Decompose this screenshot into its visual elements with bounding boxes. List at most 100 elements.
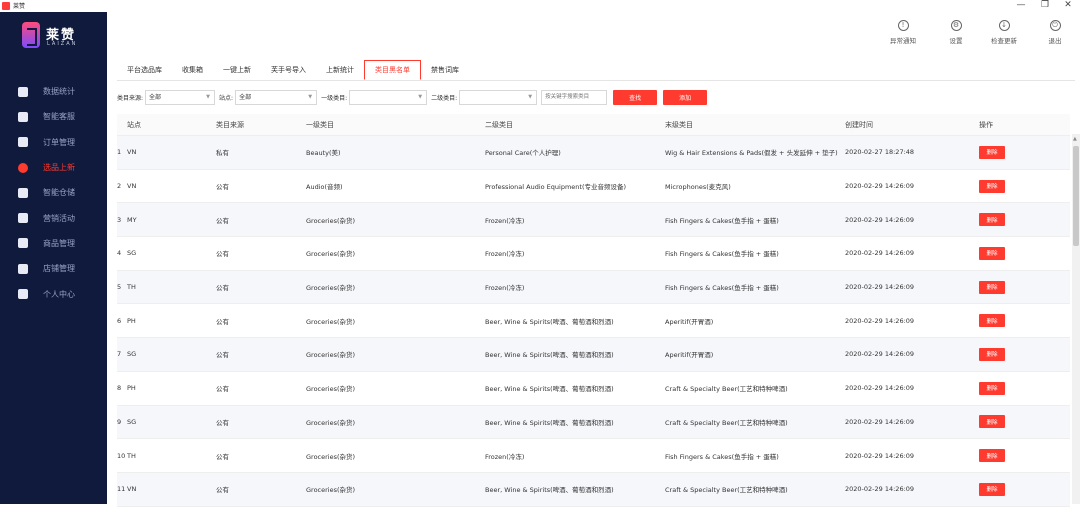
delete-button[interactable]: 删除 bbox=[979, 482, 1005, 496]
level1-cell: Groceries(杂货) bbox=[306, 452, 356, 461]
level1-cell: Groceries(杂货) bbox=[306, 418, 356, 427]
created-cell: 2020-02-29 14:26:09 bbox=[845, 249, 915, 258]
close-button[interactable]: ✕ bbox=[1059, 0, 1077, 10]
sidebar-item[interactable]: 店铺管理 bbox=[0, 256, 107, 281]
source-select[interactable]: 全部 ▼ bbox=[145, 89, 216, 105]
headset-icon bbox=[18, 111, 28, 122]
level1-cell: Groceries(杂货) bbox=[306, 250, 356, 259]
tool-power[interactable]: ⏻ 退出 bbox=[1037, 20, 1073, 45]
table-row: 4 SG 公有 Groceries(杂货) Frozen(冷冻) Fish Fingers… bbox=[117, 237, 1070, 271]
delete-button[interactable]: 删除 bbox=[979, 449, 1005, 463]
delete-button[interactable]: 删除 bbox=[979, 347, 1005, 361]
sidebar-menu: 数据统计智能客服订单管理 选品上新 智能仓储 营销活动商品管理店铺管理个人中心 bbox=[0, 79, 107, 307]
ops-cell: 删除 bbox=[979, 482, 1039, 496]
created-cell: 2020-02-29 14:26:09 bbox=[845, 451, 915, 460]
table-row: 7 SG 公有 Groceries(杂货) Beer, Wine & Spirits(啤… bbox=[117, 338, 1070, 372]
sidebar-item[interactable]: 订单管理 bbox=[0, 130, 107, 155]
sidebar: 莱赞 LAIZAN 数据统计 智能客服 订单管理 选品上新 智能仓储 营销活动 商品管理 店铺… bbox=[0, 12, 107, 504]
site-cell: VN bbox=[127, 148, 137, 157]
chart-pie-icon bbox=[18, 86, 28, 97]
delete-button[interactable]: 删除 bbox=[979, 213, 1005, 227]
site-cell: VN bbox=[127, 182, 137, 191]
window-title: 莱赞 bbox=[13, 3, 26, 10]
scrollbar-thumb[interactable] bbox=[1073, 146, 1079, 246]
filter-bar: 类目来源: 全部 ▼ 站点: 全部 ▼ 一级类目: ▼ 二级类目: ▼ 查找 添… bbox=[117, 89, 708, 105]
sidebar-item-label: 个人中心 bbox=[43, 289, 75, 299]
delete-button[interactable]: 删除 bbox=[979, 314, 1005, 328]
level1-select[interactable]: ▼ bbox=[349, 89, 428, 105]
download-icon: ↓ bbox=[998, 20, 1010, 31]
sidebar-item[interactable]: 个人中心 bbox=[0, 281, 107, 306]
power-icon: ⏻ bbox=[1049, 20, 1061, 31]
brand-mark-icon bbox=[22, 22, 40, 48]
table-row: 3 MY 公有 Groceries(杂货) Frozen(冷冻) Fish Fingers… bbox=[117, 203, 1070, 238]
sidebar-item[interactable]: 智能仓储 bbox=[0, 180, 107, 205]
search-button[interactable]: 查找 bbox=[613, 89, 658, 105]
row-index: 10 bbox=[117, 451, 126, 460]
tab-item[interactable]: 类目黑名单 bbox=[364, 60, 421, 80]
created-cell: 2020-02-29 14:26:09 bbox=[845, 283, 915, 292]
tool-gear[interactable]: ⚙ 设置 bbox=[938, 20, 974, 45]
new-badge-icon bbox=[18, 162, 28, 173]
tab-item[interactable]: 平台选品库 bbox=[117, 60, 172, 80]
maximize-button[interactable]: ❐ bbox=[1036, 0, 1054, 10]
sidebar-item-label: 智能客服 bbox=[43, 112, 75, 122]
sidebar-item[interactable]: 商品管理 bbox=[0, 231, 107, 256]
sidebar-item[interactable]: 营销活动 bbox=[0, 205, 107, 230]
ops-cell: 删除 bbox=[979, 246, 1039, 260]
sidebar-item[interactable]: 智能客服 bbox=[0, 104, 107, 129]
sidebar-item[interactable]: 数据统计 bbox=[0, 79, 107, 104]
table-row: 1 VN 私有 Beauty(美) Personal Care(个人护理) Wig & H… bbox=[117, 136, 1070, 170]
sidebar-item[interactable]: 选品上新 bbox=[0, 155, 107, 180]
table-row: 10 TH 公有 Groceries(杂货) Frozen(冷冻) Fish Finger… bbox=[117, 439, 1070, 473]
ops-cell: 删除 bbox=[979, 347, 1039, 361]
warehouse-icon bbox=[18, 187, 28, 198]
site-cell: SG bbox=[127, 417, 137, 426]
delete-button[interactable]: 删除 bbox=[979, 179, 1005, 193]
sidebar-item-label: 数据统计 bbox=[43, 87, 75, 97]
chevron-down-icon: ▼ bbox=[206, 93, 211, 100]
tab-item[interactable]: 上新统计 bbox=[316, 60, 364, 80]
table-row: 8 PH 公有 Groceries(杂货) Beer, Wine & Spirits(啤… bbox=[117, 372, 1070, 406]
delete-button[interactable]: 删除 bbox=[979, 145, 1005, 159]
keyword-search-input[interactable] bbox=[541, 89, 608, 105]
level2-select[interactable]: ▼ bbox=[459, 89, 538, 105]
site-cell: TH bbox=[127, 283, 136, 292]
created-cell: 2020-02-29 14:26:09 bbox=[845, 316, 915, 325]
row-index: 6 bbox=[117, 316, 122, 325]
category-blacklist-table: 站点 类目来源 一级类目 二级类目 末级类目 创建时间 操作 1 VN 私有 Beau… bbox=[117, 114, 1070, 507]
level1-cell: Beauty(美) bbox=[306, 149, 341, 158]
site-cell: PH bbox=[127, 384, 136, 393]
leaf-cell: Aperitif(开胃酒) bbox=[665, 351, 714, 360]
tab-item[interactable]: 一键上新 bbox=[213, 60, 261, 80]
site-select[interactable]: 全部 ▼ bbox=[235, 89, 318, 105]
minimize-button[interactable]: — bbox=[1012, 0, 1030, 10]
row-index: 2 bbox=[117, 182, 122, 191]
ops-cell: 删除 bbox=[979, 314, 1039, 328]
delete-button[interactable]: 删除 bbox=[979, 280, 1005, 294]
tab-item[interactable]: 禁售词库 bbox=[421, 60, 469, 80]
delete-button[interactable]: 删除 bbox=[979, 381, 1005, 395]
tool-warning[interactable]: ! 异常通知 bbox=[885, 20, 921, 45]
created-cell: 2020-02-29 14:26:09 bbox=[845, 384, 915, 393]
tab-item[interactable]: 芙手号导入 bbox=[261, 60, 316, 80]
product-icon bbox=[18, 238, 28, 249]
delete-button[interactable]: 删除 bbox=[979, 246, 1005, 260]
scroll-up-arrow-icon[interactable]: ▲ bbox=[1073, 136, 1077, 142]
tool-download[interactable]: ↓ 检查更新 bbox=[986, 20, 1022, 45]
tab-item[interactable]: 收集箱 bbox=[172, 60, 213, 80]
window-titlebar: 莱赞 — ❐ ✕ bbox=[0, 0, 1080, 12]
sidebar-item-label: 商品管理 bbox=[43, 238, 75, 248]
table-body: 1 VN 私有 Beauty(美) Personal Care(个人护理) Wig & H… bbox=[117, 136, 1070, 507]
delete-button[interactable]: 删除 bbox=[979, 415, 1005, 429]
row-index: 7 bbox=[117, 350, 122, 359]
source-cell: 公有 bbox=[216, 385, 229, 394]
level2-cell: Frozen(冷冻) bbox=[485, 452, 525, 461]
table-row: 9 SG 公有 Groceries(杂货) Beer, Wine & Spirits(啤… bbox=[117, 405, 1070, 440]
add-button[interactable]: 添加 bbox=[663, 89, 708, 105]
level2-cell: Beer, Wine & Spirits(啤酒、葡萄酒和烈酒) bbox=[485, 418, 614, 427]
level1-cell: Groceries(杂货) bbox=[306, 486, 356, 495]
row-index: 4 bbox=[117, 249, 122, 258]
tool-label: 检查更新 bbox=[991, 37, 1017, 45]
leaf-cell: Craft & Specialty Beer(工艺和特种啤酒) bbox=[665, 418, 788, 427]
